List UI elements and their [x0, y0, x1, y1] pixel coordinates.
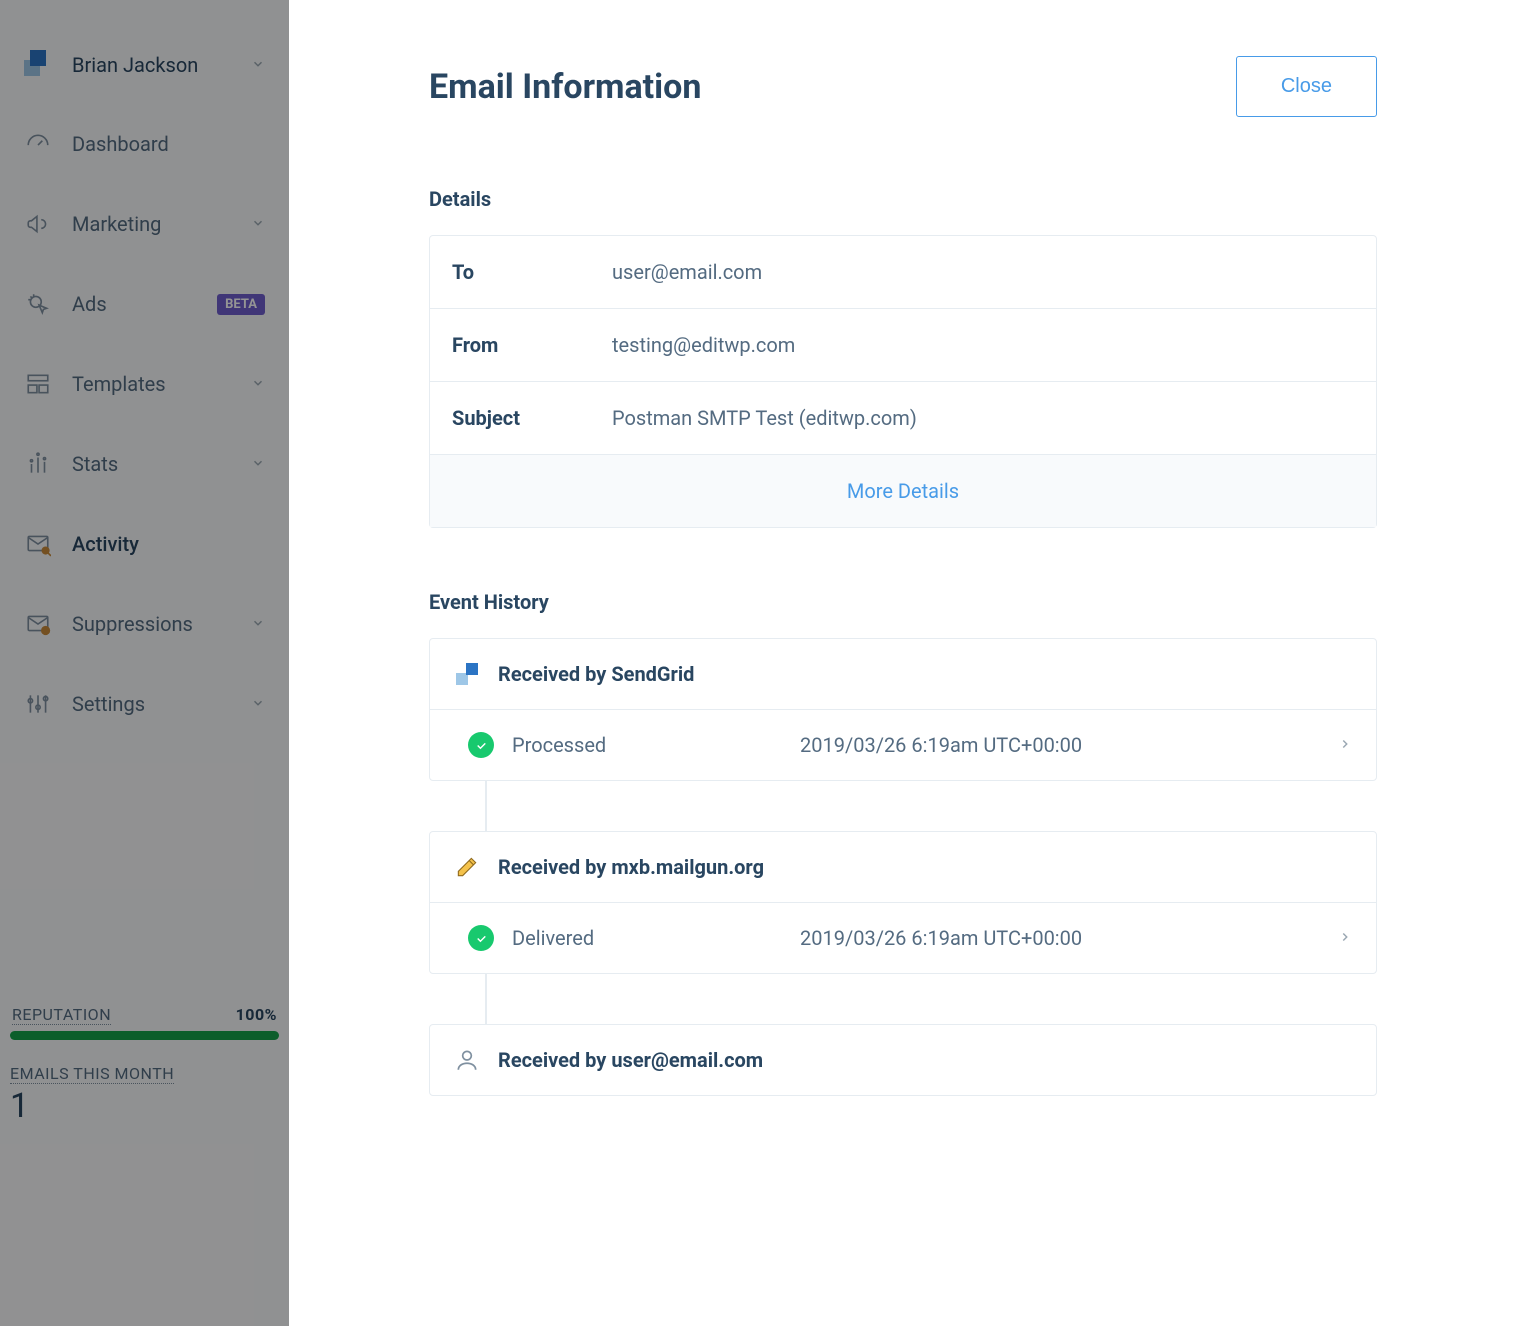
event-group-recipient: Received by user@email.com [429, 1024, 1377, 1096]
event-connector-line [485, 781, 487, 831]
check-circle-icon [468, 925, 494, 951]
detail-row-subject: Subject Postman SMTP Test (editwp.com) [430, 382, 1376, 455]
more-details-row[interactable]: More Details [430, 455, 1376, 527]
event-history: Received by SendGrid Processed 2019/03/2… [429, 638, 1377, 1096]
details-table: To user@email.com From testing@editwp.co… [429, 235, 1377, 528]
detail-value: Postman SMTP Test (editwp.com) [590, 382, 1376, 454]
event-row[interactable]: Delivered 2019/03/26 6:19am UTC+00:00 [430, 903, 1376, 973]
sendgrid-icon [454, 661, 480, 687]
event-status: Delivered [512, 926, 782, 950]
detail-value: user@email.com [590, 236, 1376, 308]
event-row[interactable]: Processed 2019/03/26 6:19am UTC+00:00 [430, 710, 1376, 780]
chevron-right-icon [1338, 736, 1352, 755]
event-group-header: Received by SendGrid [430, 639, 1376, 710]
event-time: 2019/03/26 6:19am UTC+00:00 [800, 926, 1320, 950]
close-button[interactable]: Close [1236, 56, 1377, 117]
chevron-right-icon [1338, 929, 1352, 948]
pencil-icon [454, 854, 480, 880]
detail-row-from: From testing@editwp.com [430, 309, 1376, 382]
detail-value: testing@editwp.com [590, 309, 1376, 381]
page-title: Email Information [429, 67, 701, 107]
event-group-title: Received by user@email.com [498, 1048, 763, 1072]
more-details-link[interactable]: More Details [847, 479, 959, 503]
event-time: 2019/03/26 6:19am UTC+00:00 [800, 733, 1320, 757]
event-group-mailgun: Received by mxb.mailgun.org Delivered 20… [429, 831, 1377, 974]
modal-backdrop[interactable] [0, 0, 289, 1326]
check-circle-icon [468, 732, 494, 758]
event-group-title: Received by mxb.mailgun.org [498, 855, 764, 879]
email-info-panel: Email Information Close Details To user@… [289, 0, 1517, 1326]
user-icon [454, 1047, 480, 1073]
event-group-header: Received by mxb.mailgun.org [430, 832, 1376, 903]
detail-row-to: To user@email.com [430, 236, 1376, 309]
event-connector-line [485, 974, 487, 1024]
event-group-header: Received by user@email.com [430, 1025, 1376, 1095]
detail-key: To [430, 236, 590, 308]
event-history-heading: Event History [429, 590, 1377, 614]
detail-key: From [430, 309, 590, 381]
event-group-title: Received by SendGrid [498, 662, 694, 686]
event-status: Processed [512, 733, 782, 757]
event-group-sendgrid: Received by SendGrid Processed 2019/03/2… [429, 638, 1377, 781]
details-heading: Details [429, 187, 1377, 211]
detail-key: Subject [430, 382, 590, 454]
